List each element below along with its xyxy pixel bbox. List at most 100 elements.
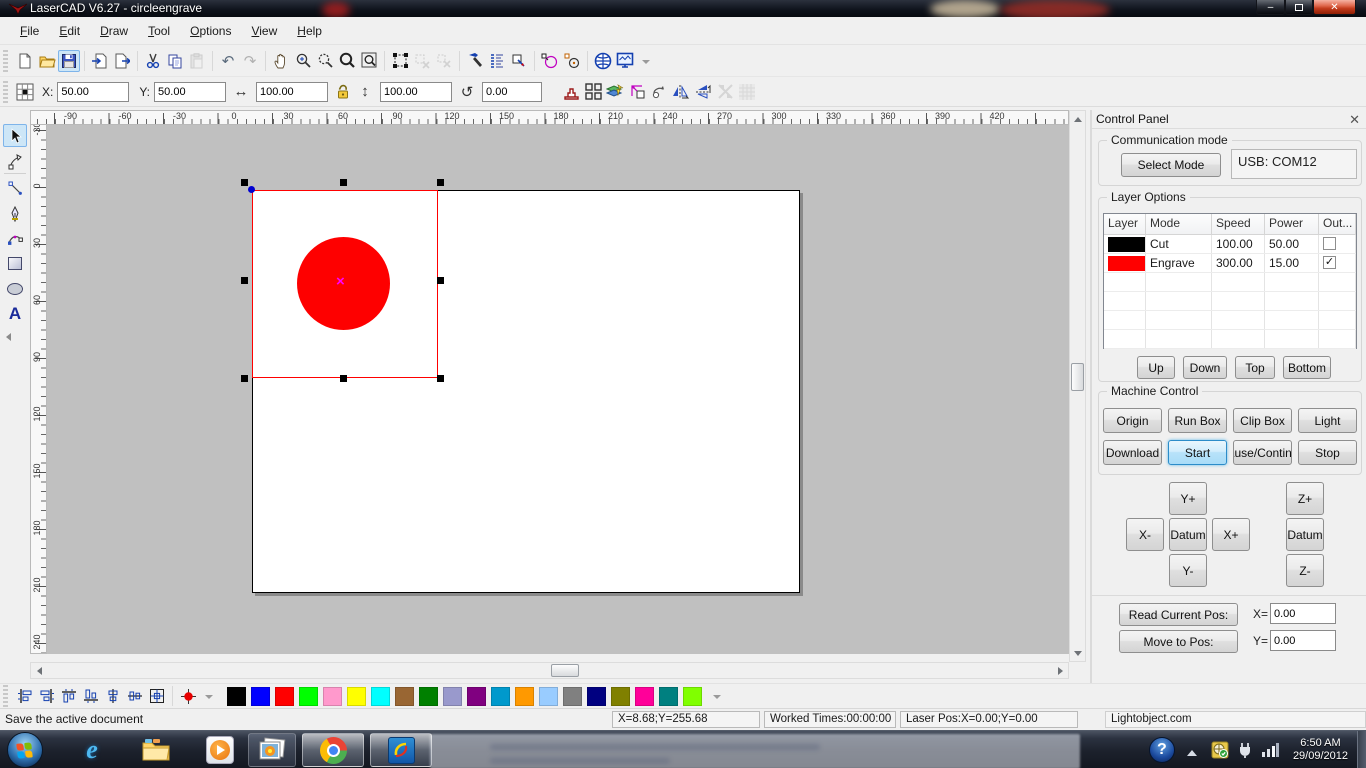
palette-color-18[interactable] <box>635 687 654 706</box>
palette-color-11[interactable] <box>467 687 486 706</box>
palette-color-10[interactable] <box>443 687 462 706</box>
maximize-button[interactable] <box>1285 0 1313 15</box>
height-input[interactable] <box>380 82 452 102</box>
z-datum-button[interactable]: Datum <box>1286 518 1324 551</box>
layer-mode-cell[interactable]: Cut <box>1146 235 1212 253</box>
palette-color-9[interactable] <box>419 687 438 706</box>
pattern-disabled-icon[interactable] <box>736 81 758 103</box>
palette-color-8[interactable] <box>395 687 414 706</box>
stop-button[interactable]: Stop <box>1298 440 1357 465</box>
y-input[interactable] <box>154 82 226 102</box>
canvas[interactable]: × <box>47 125 1069 654</box>
rectangle-tool[interactable] <box>3 252 27 275</box>
scale-disabled-icon[interactable] <box>714 81 736 103</box>
menu-draw[interactable]: Draw <box>90 20 138 42</box>
rotate-node-icon[interactable] <box>561 50 583 72</box>
select-tool[interactable] <box>3 124 27 147</box>
move-to-origin-icon[interactable] <box>626 81 648 103</box>
free-rotate-icon[interactable] <box>648 81 670 103</box>
y-plus-button[interactable]: Y+ <box>1169 482 1207 515</box>
undo-icon[interactable]: ↶ <box>217 50 239 72</box>
palette-color-14[interactable] <box>539 687 558 706</box>
toolbar-overflow-icon[interactable] <box>205 695 213 703</box>
cut-icon[interactable] <box>142 50 164 72</box>
scroll-up-icon[interactable] <box>1070 111 1085 126</box>
scroll-down-icon[interactable] <box>1070 646 1085 661</box>
z-minus-button[interactable]: Z- <box>1286 554 1324 587</box>
vertical-scroll-thumb[interactable] <box>1071 363 1084 391</box>
simulate-icon[interactable] <box>464 50 486 72</box>
output-order-icon[interactable] <box>486 50 508 72</box>
top-button[interactable]: Top <box>1235 356 1275 379</box>
toolbar-overflow-icon[interactable] <box>642 60 650 68</box>
scroll-left-icon[interactable] <box>31 663 46 678</box>
text-tool[interactable]: A <box>3 302 27 325</box>
power-plug-icon[interactable] <box>1237 741 1253 759</box>
center-horizontal-icon[interactable] <box>102 685 124 707</box>
taskbar-lasercad[interactable] <box>370 733 432 767</box>
anchor-grid-icon[interactable] <box>14 81 36 103</box>
line-tool[interactable] <box>3 177 27 200</box>
palette-color-19[interactable] <box>659 687 678 706</box>
output-checkbox[interactable] <box>1323 237 1336 250</box>
help-icon[interactable]: ? <box>1149 737 1175 763</box>
selection-handle-ne[interactable] <box>437 179 444 186</box>
align-bottom-icon[interactable] <box>80 685 102 707</box>
xy-datum-button[interactable]: Datum <box>1169 518 1207 551</box>
mirror-vertical-icon[interactable] <box>692 81 714 103</box>
y-minus-button[interactable]: Y- <box>1169 554 1207 587</box>
open-file-icon[interactable] <box>36 50 58 72</box>
z-plus-button[interactable]: Z+ <box>1286 482 1324 515</box>
pos-y-input[interactable] <box>1270 630 1336 651</box>
node-circle-icon[interactable] <box>539 50 561 72</box>
lock-ratio-icon[interactable] <box>332 81 354 103</box>
layer-color-cell[interactable] <box>1104 254 1146 272</box>
weld-icon[interactable] <box>560 81 582 103</box>
palette-color-13[interactable] <box>515 687 534 706</box>
taskbar-photo-viewer[interactable] <box>248 733 296 767</box>
up-button[interactable]: Up <box>1137 356 1175 379</box>
menu-file[interactable]: File <box>10 20 49 42</box>
layer-order-icon[interactable] <box>604 81 626 103</box>
update-globe-icon[interactable] <box>1211 741 1229 759</box>
menu-tool[interactable]: Tool <box>138 20 180 42</box>
palette-color-6[interactable] <box>347 687 366 706</box>
laser-position-icon[interactable] <box>177 685 199 707</box>
zoom-dynamic-icon[interactable] <box>314 50 336 72</box>
down-button[interactable]: Down <box>1183 356 1227 379</box>
zoom-objects-icon[interactable] <box>336 50 358 72</box>
import-file-icon[interactable] <box>89 50 111 72</box>
export-file-icon[interactable] <box>111 50 133 72</box>
taskbar-internet-explorer[interactable]: e <box>62 733 122 767</box>
palette-color-2[interactable] <box>251 687 270 706</box>
clock[interactable]: 6:50 AM 29/09/2012 <box>1293 737 1348 763</box>
horizontal-scrollbar[interactable] <box>30 662 1069 679</box>
zoom-in-icon[interactable] <box>292 50 314 72</box>
download-button[interactable]: Download <box>1103 440 1162 465</box>
center-vertical-icon[interactable] <box>124 685 146 707</box>
taskbar-media-player[interactable] <box>190 733 250 767</box>
selection-handle-se[interactable] <box>437 375 444 382</box>
show-hidden-icons[interactable] <box>1187 745 1197 756</box>
x-plus-button[interactable]: X+ <box>1212 518 1250 551</box>
taskbar-file-explorer[interactable] <box>126 733 186 767</box>
run-box-button[interactable]: Run Box <box>1168 408 1227 433</box>
bezier-tool[interactable] <box>3 227 27 250</box>
start-button[interactable] <box>7 732 43 768</box>
collapse-palette-icon[interactable] <box>2 333 11 341</box>
pan-hand-icon[interactable] <box>270 50 292 72</box>
align-right-icon[interactable] <box>36 685 58 707</box>
menu-view[interactable]: View <box>241 20 287 42</box>
menu-options[interactable]: Options <box>180 20 241 42</box>
align-left-icon[interactable] <box>14 685 36 707</box>
read-current-pos-button[interactable]: Read Current Pos: <box>1119 603 1238 626</box>
palette-overflow-icon[interactable] <box>713 695 721 703</box>
palette-color-12[interactable] <box>491 687 510 706</box>
selection-handle-n[interactable] <box>340 179 347 186</box>
align-top-icon[interactable] <box>58 685 80 707</box>
layer-row[interactable]: Cut100.0050.00 <box>1104 235 1356 254</box>
palette-color-1[interactable] <box>227 687 246 706</box>
palette-color-20[interactable] <box>683 687 702 706</box>
network-signal-icon[interactable] <box>1261 742 1279 758</box>
toolbar-grip[interactable] <box>3 81 8 103</box>
